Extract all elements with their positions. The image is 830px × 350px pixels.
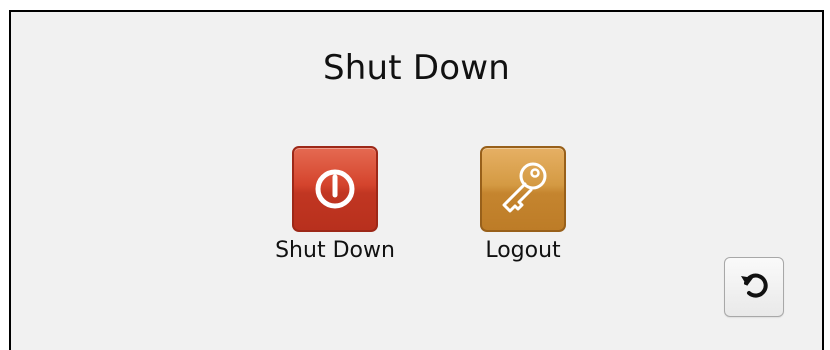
- logout-action[interactable]: Logout: [443, 146, 603, 263]
- key-icon: [502, 162, 547, 213]
- shutdown-label: Shut Down: [275, 238, 395, 263]
- logout-button[interactable]: [480, 146, 566, 232]
- logout-label: Logout: [485, 238, 561, 263]
- power-icon: [315, 169, 355, 209]
- dialog-title: Shut Down: [323, 48, 510, 88]
- refresh-icon: [741, 273, 768, 298]
- shutdown-button[interactable]: [292, 146, 378, 232]
- shutdown-action[interactable]: Shut Down: [255, 146, 415, 263]
- refresh-button[interactable]: [724, 257, 784, 317]
- shutdown-dialog: Shut Down Shut Down Logout: [9, 10, 824, 350]
